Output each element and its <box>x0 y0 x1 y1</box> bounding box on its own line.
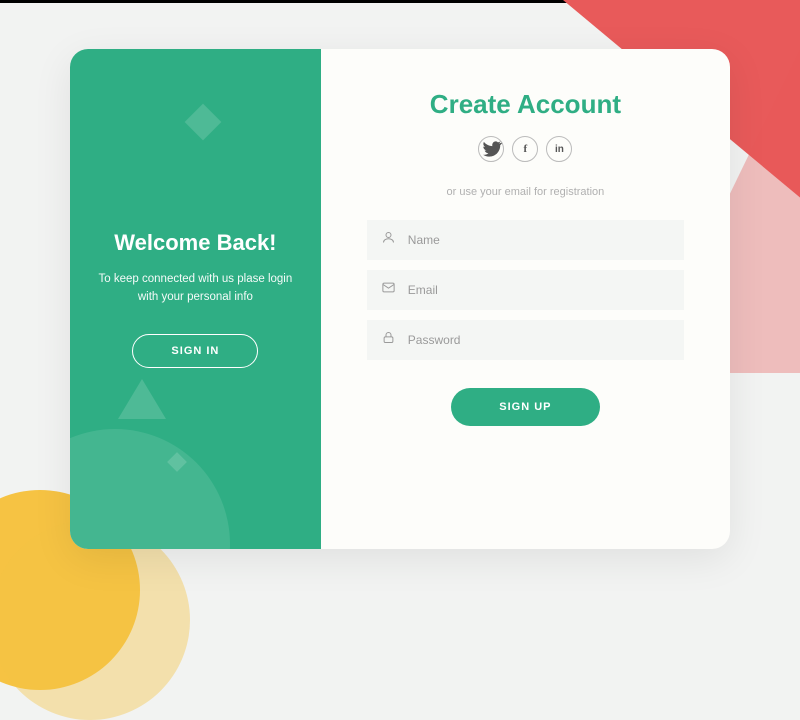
password-field-wrap <box>367 320 684 360</box>
name-field-wrap <box>367 220 684 260</box>
lock-icon <box>381 330 396 350</box>
twitter-icon[interactable] <box>478 136 504 162</box>
email-field-wrap <box>367 270 684 310</box>
social-row: f in <box>478 136 572 162</box>
email-input[interactable] <box>408 283 670 297</box>
welcome-title: Welcome Back! <box>114 230 276 256</box>
decor-diamond <box>185 104 222 141</box>
decor-circle <box>70 429 230 549</box>
mail-icon <box>381 280 396 300</box>
linkedin-icon[interactable]: in <box>546 136 572 162</box>
password-input[interactable] <box>408 333 670 347</box>
signup-hint: or use your email for registration <box>447 186 605 198</box>
welcome-panel: Welcome Back! To keep connected with us … <box>70 49 321 549</box>
decor-triangle <box>118 379 166 419</box>
signup-panel: Create Account f in or use your email fo… <box>321 49 730 549</box>
sign-up-button[interactable]: SIGN UP <box>451 388 599 426</box>
name-input[interactable] <box>408 233 670 247</box>
signup-title: Create Account <box>430 89 621 120</box>
facebook-icon[interactable]: f <box>512 136 538 162</box>
user-icon <box>381 230 396 250</box>
sign-in-button[interactable]: SIGN IN <box>132 334 258 368</box>
bg-circle-yellow-soft <box>0 520 190 720</box>
auth-card: Welcome Back! To keep connected with us … <box>70 49 730 549</box>
welcome-subtitle: To keep connected with us plase login wi… <box>94 270 297 307</box>
